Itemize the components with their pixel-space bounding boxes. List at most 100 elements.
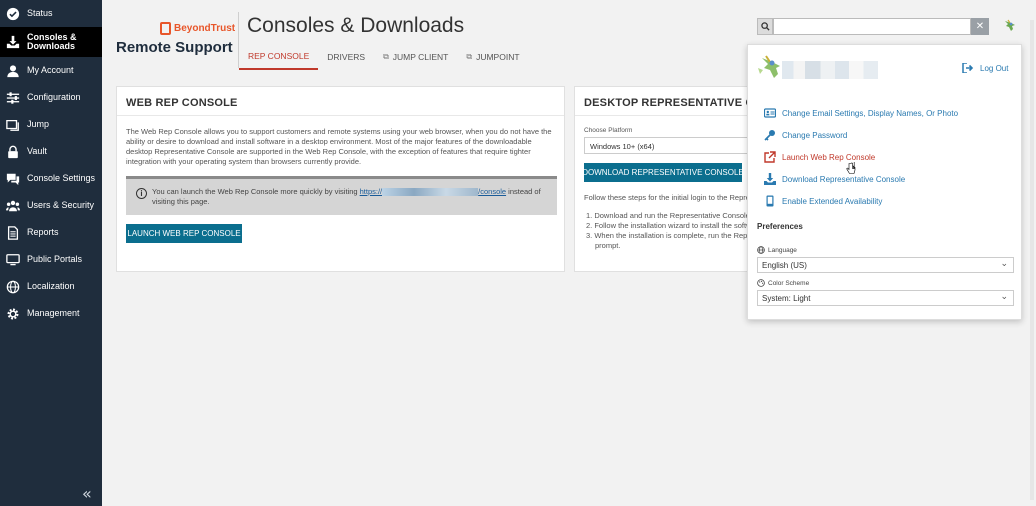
sidebar-item-label: Management [27,308,80,318]
user-avatar-button[interactable] [1002,19,1016,33]
sidebar-item-consoles-downloads[interactable]: Consoles & Downloads [0,27,102,57]
product-name: Remote Support [116,39,233,56]
tab-jumpoint[interactable]: ⧉ JUMPOINT [457,44,528,70]
sidebar-item-label: My Account [27,65,74,75]
language-select[interactable]: English (US) ⌄ [757,257,1014,273]
tab-drivers[interactable]: DRIVERS [318,44,374,70]
external-link-icon [764,151,776,163]
sidebar-item-label: Vault [27,146,47,156]
search-icon [760,22,770,31]
launch-web-rep-console-link[interactable]: Launch Web Rep Console [764,151,875,163]
platform-label: Choose Platform [584,127,633,134]
hand-cursor-icon [846,162,856,174]
sidebar-item-vault[interactable]: Vault [0,138,102,165]
card-title: WEB REP CONSOLE [126,97,238,109]
divider [117,115,564,116]
sidebar-item-label: Public Portals [27,254,83,264]
sidebar-item-reports[interactable]: Reports [0,219,102,246]
sidebar-item-label: Status [27,8,53,18]
monitor-icon [6,253,20,267]
steps-intro: Follow these steps for the initial login… [584,193,773,202]
download-icon [764,173,776,185]
sidebar-item-my-account[interactable]: My Account [0,57,102,84]
web-console-description: The Web Rep Console allows you to suppor… [126,127,552,166]
id-card-icon [764,107,776,119]
sidebar-item-label: Reports [27,227,59,237]
redacted-username [782,61,878,79]
steps-list: 1. Download and run the Representative C… [586,211,774,251]
web-console-url-link[interactable]: https:///console [360,187,506,197]
download-rep-console-link[interactable]: Download Representative Console [764,173,905,185]
sidebar-item-configuration[interactable]: Configuration [0,84,102,111]
info-text: You can launch the Web Rep Console more … [152,187,541,206]
language-label: Language [757,246,797,254]
sidebar-item-label: Localization [27,281,75,291]
enable-extended-availability-link[interactable]: Enable Extended Availability [764,195,882,207]
card-title: DESKTOP REPRESENTATIVE CONSOLE [584,97,773,109]
collapse-sidebar-button[interactable]: « [82,484,92,503]
sidebar: Status Consoles & Downloads My Account C… [0,0,102,506]
sidebar-item-console-settings[interactable]: Console Settings [0,165,102,192]
globe-icon [757,246,765,254]
globe-icon [6,280,20,294]
launch-web-rep-console-button[interactable]: LAUNCH WEB REP CONSOLE [126,224,242,243]
lock-icon [6,145,20,159]
download-icon [6,35,20,49]
brand: BeyondTrust Remote Support [102,0,238,70]
color-scheme-label: Color Scheme [757,279,809,287]
page-scrollbar[interactable] [1030,20,1034,500]
user-menu-panel: Log Out Change Email Settings, Display N… [747,44,1022,320]
users-icon [6,199,20,213]
sidebar-item-management[interactable]: Management [0,300,102,327]
logout-icon [962,63,974,73]
palette-icon [757,279,765,287]
sidebar-item-label: Jump [27,119,50,129]
jump-icon [6,118,20,132]
change-password-link[interactable]: Change Password [764,129,847,141]
sidebar-item-label: Configuration [27,92,81,102]
preferences-heading: Preferences [757,222,803,231]
search-input[interactable] [773,18,971,35]
web-rep-console-card: WEB REP CONSOLE The Web Rep Console allo… [116,86,565,272]
color-scheme-select[interactable]: System: Light ⌄ [757,290,1014,306]
info-icon: i [136,188,147,199]
change-email-settings-link[interactable]: Change Email Settings, Display Names, Or… [764,107,958,119]
desktop-rep-console-card: DESKTOP REPRESENTATIVE CONSOLE Choose Pl… [574,86,774,272]
sidebar-item-localization[interactable]: Localization [0,273,102,300]
platform-select[interactable]: Windows 10+ (x64) [584,137,773,154]
tab-bar: REP CONSOLE DRIVERS ⧉ JUMP CLIENT ⧉ JUMPOI… [239,44,529,70]
sidebar-item-users-security[interactable]: Users & Security [0,192,102,219]
sidebar-item-jump[interactable]: Jump [0,111,102,138]
info-banner: i You can launch the Web Rep Console mor… [126,176,557,215]
sliders-icon [6,91,20,105]
tab-jump-client[interactable]: ⧉ JUMP CLIENT [374,44,457,70]
list-item: 3. When the installation is complete, ru… [586,231,773,240]
chevron-down-icon: ⌄ [1000,259,1008,269]
sidebar-item-public-portals[interactable]: Public Portals [0,246,102,273]
search-button[interactable] [757,18,773,35]
avatar [758,55,780,78]
list-item: 2. Follow the installation wizard to ins… [586,221,765,230]
logout-button[interactable]: Log Out [962,63,1008,73]
page-title: Consoles & Downloads [247,14,465,37]
tab-rep-console[interactable]: REP CONSOLE [239,44,319,70]
user-icon [6,64,20,78]
gear-icon [6,307,20,321]
external-link-icon: ⧉ [466,52,473,61]
download-rep-console-button[interactable]: DOWNLOAD REPRESENTATIVE CONSOLE [582,163,744,182]
sidebar-item-status[interactable]: Status [0,0,102,27]
key-icon [764,129,776,141]
search-clear-button[interactable]: ✕ [971,18,989,35]
sidebar-item-label: Users & Security [27,200,95,210]
report-icon [6,225,20,240]
chat-icon [6,172,20,186]
sidebar-item-label: Consoles & Downloads [27,32,77,51]
mobile-icon [764,195,776,207]
list-item: 1. Download and run the Representative C… [586,211,774,220]
sidebar-item-label: Console Settings [27,173,96,183]
redacted-hostname [382,188,479,197]
divider [575,115,773,116]
beyondtrust-logo: BeyondTrust [160,22,235,35]
check-circle-icon [6,7,20,21]
external-link-icon: ⧉ [383,52,389,61]
